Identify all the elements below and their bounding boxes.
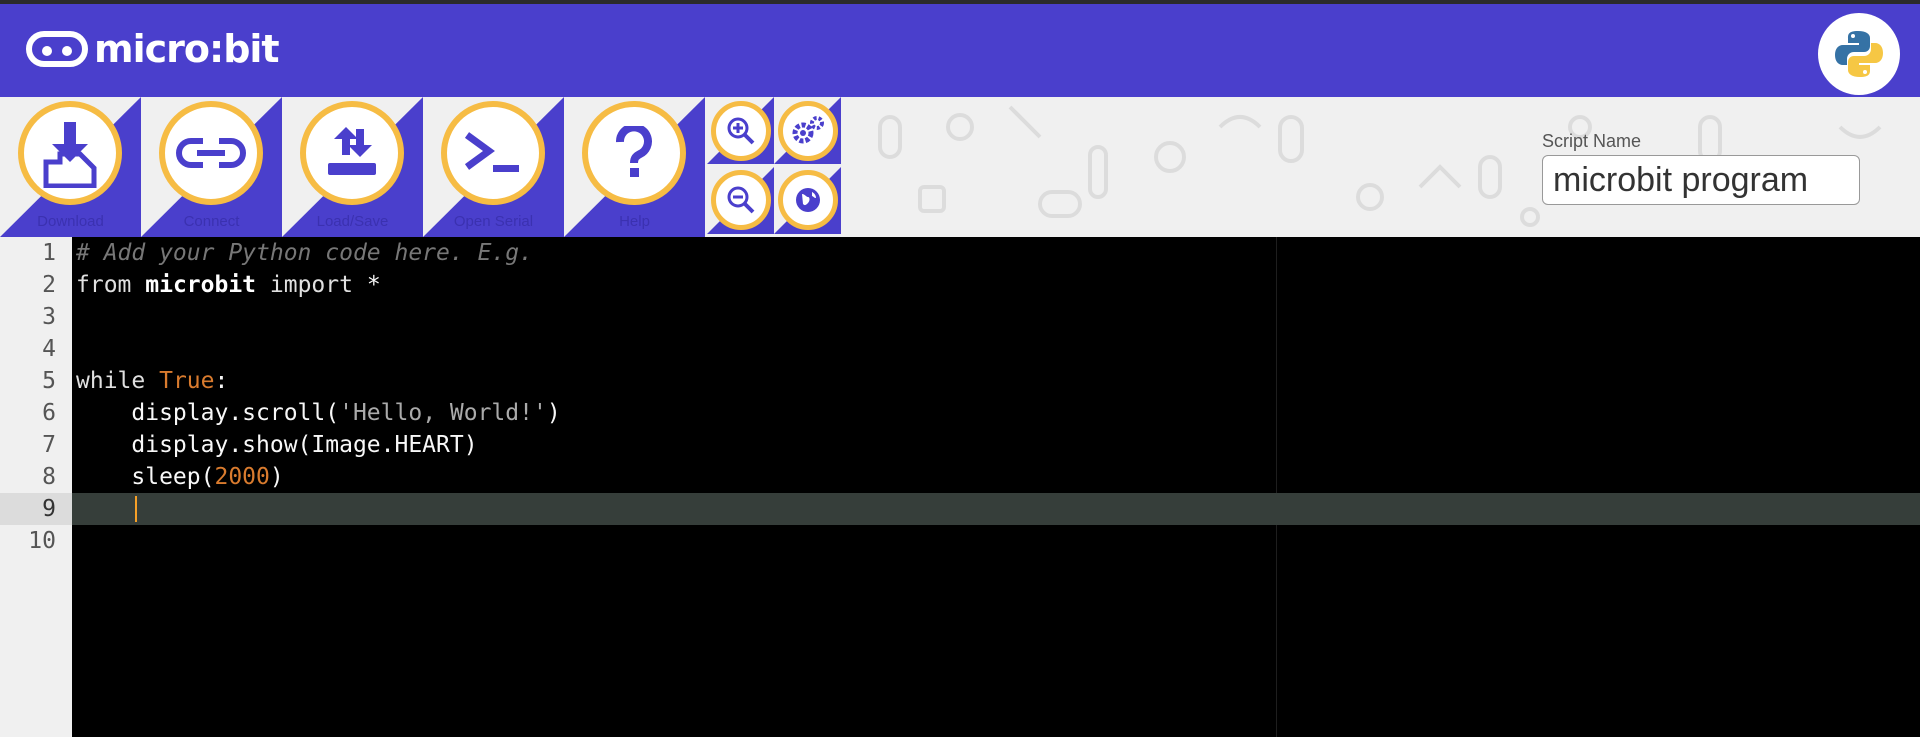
keyword-from: from <box>76 272 132 298</box>
microbit-badge-icon <box>26 31 88 67</box>
colon: : <box>214 368 229 394</box>
line-number: 7 <box>42 432 56 458</box>
number-literal: 2000 <box>214 464 270 490</box>
terminal-icon <box>464 132 519 172</box>
connect-button[interactable]: Connect <box>141 97 282 237</box>
toolbar: Download Connect Load/Save Open Serial H… <box>0 97 1920 237</box>
help-button[interactable]: Help <box>564 97 705 237</box>
zoom-out-button[interactable] <box>711 170 771 230</box>
python-logo-icon <box>1835 31 1883 77</box>
zoom-out-icon <box>727 186 755 214</box>
download-icon <box>43 122 97 188</box>
line-number: 1 <box>42 240 56 266</box>
script-name-label: Script Name <box>1542 131 1642 151</box>
open-serial-label: Open Serial <box>453 213 534 230</box>
code-line-8: sleep(2000) <box>76 461 284 493</box>
code-text: display.scroll( <box>76 400 340 426</box>
settings-controls <box>774 97 841 237</box>
load-save-label: Load/Save <box>316 213 389 230</box>
code-line-6: display.scroll('Hello, World!') <box>76 397 561 429</box>
code-line-2: from microbit import * <box>76 269 381 301</box>
line-number: 3 <box>42 304 56 330</box>
line-number: 5 <box>42 368 56 394</box>
microbit-logo: micro:bit <box>26 26 280 72</box>
connect-circle <box>159 101 263 205</box>
settings-icon <box>792 116 824 144</box>
keyword-import: import <box>269 272 353 298</box>
help-circle <box>582 101 686 205</box>
open-serial-circle <box>441 101 545 205</box>
connect-icon <box>176 138 246 168</box>
line-number: 8 <box>42 464 56 490</box>
code-comment: # Add your Python code here. E.g. <box>76 240 533 266</box>
zoom-in-icon <box>727 117 755 145</box>
connect-label: Connect <box>183 213 240 230</box>
logo-text: micro:bit <box>94 27 280 71</box>
keyword-while: while <box>76 368 146 394</box>
line-number: 4 <box>42 336 56 362</box>
header-bar: micro:bit <box>0 4 1920 97</box>
language-globe-icon <box>796 188 820 212</box>
download-circle <box>18 101 122 205</box>
code-line-5: while True: <box>76 365 228 397</box>
code-line-1: # Add your Python code here. E.g. <box>76 237 533 269</box>
code-text: ) <box>269 464 284 490</box>
code-text: sleep( <box>76 464 215 490</box>
zoom-in-button[interactable] <box>711 101 771 161</box>
string-literal: 'Hello, World!' <box>339 400 547 426</box>
load-save-icon <box>328 127 376 175</box>
line-number-active: 9 <box>42 496 56 522</box>
download-button[interactable]: Download <box>0 97 141 237</box>
line-number: 6 <box>42 400 56 426</box>
line-number: 2 <box>42 272 56 298</box>
load-save-circle <box>300 101 404 205</box>
help-label: Help <box>619 213 650 230</box>
print-margin <box>1276 237 1277 737</box>
active-line-highlight <box>0 493 1920 525</box>
python-logo-button[interactable] <box>1818 13 1900 95</box>
code-line-7: display.show(Image.HEART) <box>76 429 478 461</box>
code-editor[interactable]: 1 2 3 4 5 6 7 8 9 10 # Add your Python c… <box>0 237 1920 737</box>
text-cursor <box>135 496 137 522</box>
import-star: * <box>366 272 381 298</box>
constant-true: True <box>159 368 215 394</box>
line-number: 10 <box>28 528 56 554</box>
code-text: display.show(Image.HEART) <box>76 432 478 458</box>
help-icon <box>616 126 652 177</box>
open-serial-button[interactable]: Open Serial <box>423 97 564 237</box>
load-save-button[interactable]: Load/Save <box>282 97 423 237</box>
script-name-input[interactable] <box>1542 155 1860 205</box>
zoom-controls <box>707 97 774 237</box>
module-name: microbit <box>145 272 257 298</box>
language-button[interactable] <box>778 170 838 230</box>
code-text: ) <box>546 400 561 426</box>
download-label: Download <box>37 213 104 230</box>
settings-button[interactable] <box>778 101 838 161</box>
